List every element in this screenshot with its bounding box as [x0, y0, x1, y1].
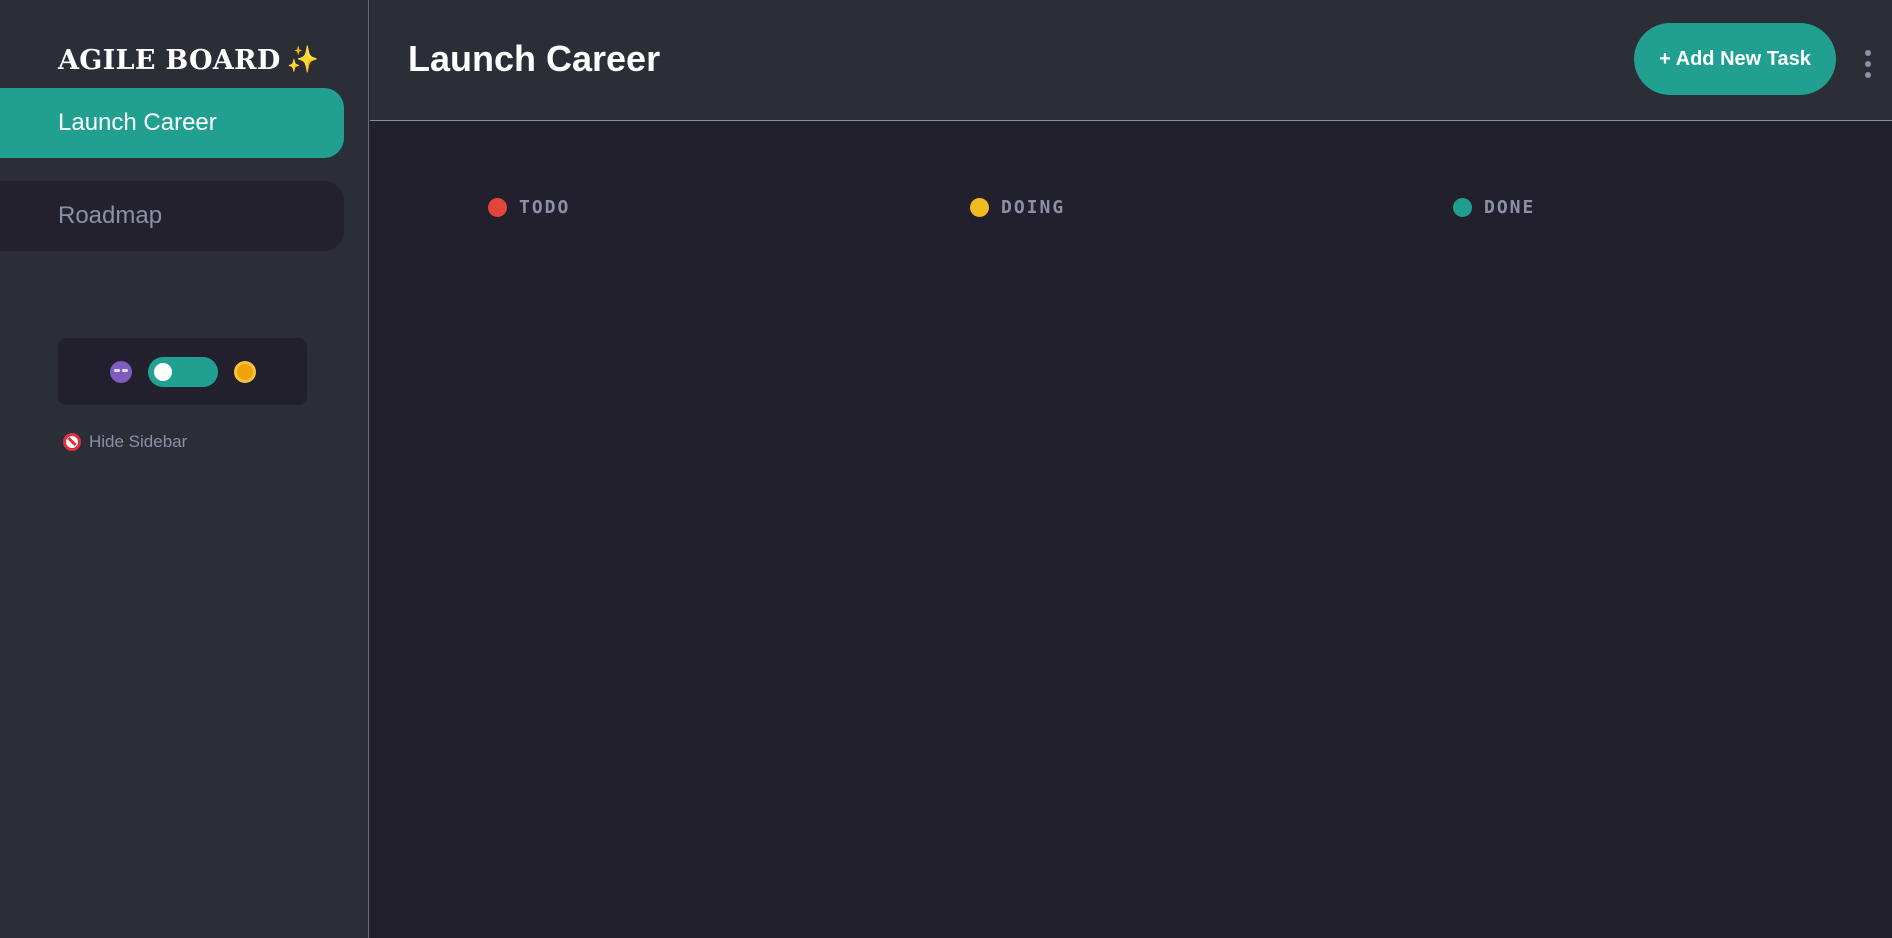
hide-sidebar-button[interactable]: Hide Sidebar	[63, 432, 187, 452]
top-header: Launch Career + Add New Task	[370, 0, 1892, 121]
sparkles-icon: ✨	[286, 45, 320, 75]
no-entry-icon	[63, 433, 81, 451]
brand-logo: AGILE BOARD ✨	[58, 40, 319, 80]
agile-board-app: AGILE BOARD ✨ Launch Career Roadmap Hide…	[0, 0, 1892, 938]
status-dot-doing	[970, 198, 989, 217]
sidebar-board-roadmap[interactable]: Roadmap	[0, 181, 344, 251]
dark-mode-face-icon	[109, 360, 132, 383]
column-title: DONE	[1484, 197, 1536, 218]
page-title: Launch Career	[408, 38, 661, 79]
column-header-doing: DOING	[970, 197, 1065, 218]
sidebar: AGILE BOARD ✨ Launch Career Roadmap Hide…	[0, 0, 369, 938]
sidebar-board-label: Roadmap	[58, 202, 163, 229]
ellipsis-dot	[1865, 50, 1871, 56]
brand-title: AGILE BOARD	[58, 44, 281, 76]
sidebar-board-label: Launch Career	[58, 109, 217, 136]
hide-sidebar-label: Hide Sidebar	[89, 432, 188, 451]
status-dot-todo	[488, 198, 507, 217]
column-title: TODO	[519, 197, 571, 218]
theme-switch[interactable]	[147, 356, 218, 387]
column-title: DOING	[1001, 197, 1066, 218]
status-dot-done	[1453, 198, 1472, 217]
theme-toggle-panel	[58, 338, 307, 405]
add-new-task-button[interactable]: + Add New Task	[1634, 23, 1836, 95]
ellipsis-dot	[1865, 61, 1871, 67]
vertical-ellipsis-icon[interactable]	[1862, 50, 1874, 86]
column-header-done: DONE	[1453, 197, 1535, 218]
sun-icon	[236, 363, 253, 380]
theme-switch-knob	[153, 362, 172, 381]
column-header-todo: TODO	[488, 197, 570, 218]
sidebar-board-launch-career[interactable]: Launch Career	[0, 88, 344, 158]
ellipsis-dot	[1865, 72, 1871, 78]
